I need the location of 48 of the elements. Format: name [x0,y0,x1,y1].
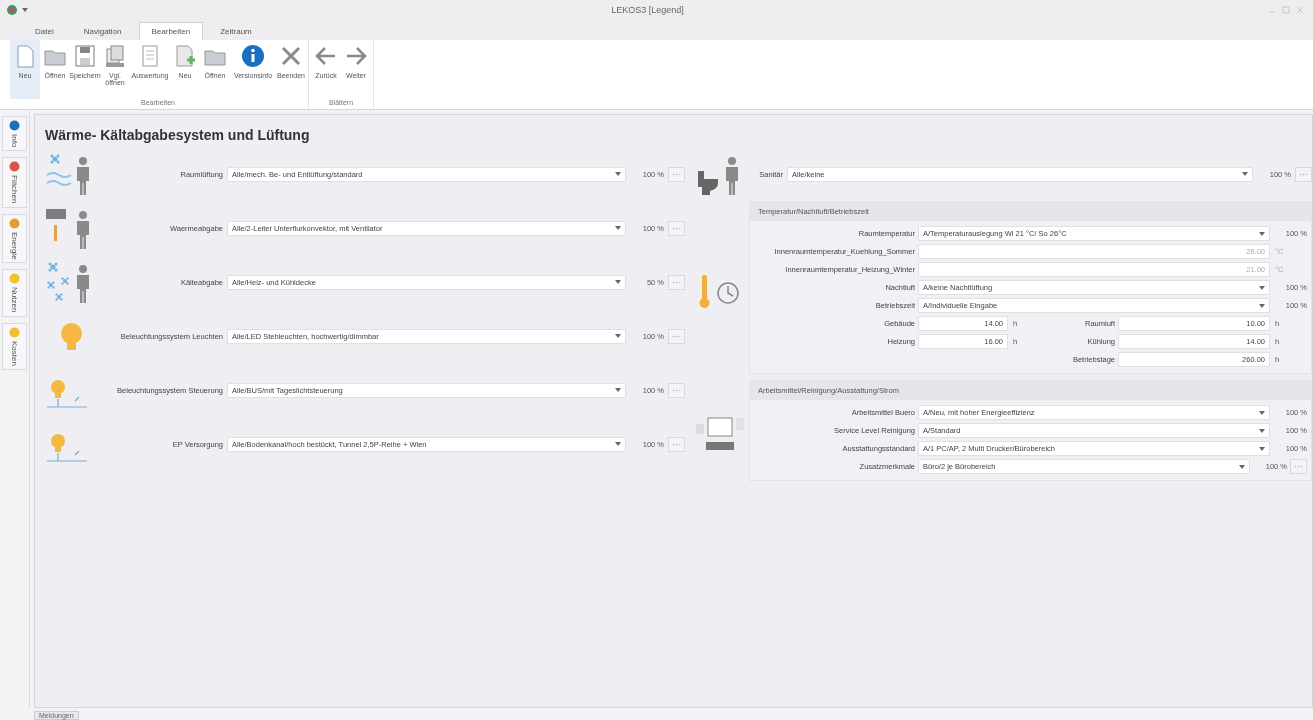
side-tab-label: Energie [10,231,19,260]
tab-icon [9,273,20,285]
caret-icon [1259,410,1265,415]
caret-icon [1242,172,1248,176]
info-icon [9,120,20,131]
caret-icon [1259,231,1265,236]
caret-icon [1259,428,1265,433]
caret-icon [22,8,28,12]
caret-icon [1259,285,1265,290]
tab-icon [9,161,20,173]
side-tab-label: Kosten [10,340,19,366]
side-tab[interactable]: Energie [2,213,27,264]
detail-button[interactable] [668,328,685,344]
side-tab-label: Flächen [10,175,19,204]
caret-icon [615,334,621,338]
detail-button[interactable] [668,274,685,290]
ribbon-tab[interactable]: Datei [22,22,67,40]
caret-icon [1239,464,1245,469]
app-icon[interactable] [6,4,18,16]
side-tab[interactable]: Nutzen [2,269,27,317]
window-title: LEKOS3 [Legend] [610,5,685,15]
caret-icon [1259,303,1265,308]
side-tab[interactable]: Info [2,116,27,152]
tab-icon [9,326,20,338]
detail-button[interactable] [668,382,685,398]
page-title: Wärme- Kältabgabesystem und Lüftung [45,127,311,143]
detail-button[interactable] [668,436,685,452]
ribbon-tab[interactable]: Navigation [70,22,135,40]
caret-icon [615,280,621,284]
ribbon-tab[interactable]: Zeitraum [207,22,265,40]
detail-button[interactable] [668,166,685,182]
side-tab[interactable]: Kosten [2,322,27,370]
save-icon [72,43,98,69]
detail-button[interactable] [1295,166,1312,182]
detail-button[interactable] [1290,459,1307,474]
caret-icon [615,388,621,392]
caret-icon [615,442,621,446]
side-tab-label: Nutzen [10,287,19,313]
detail-button[interactable] [668,220,685,236]
side-tab[interactable]: Flächen [2,157,27,208]
caret-icon [615,226,621,230]
info-icon [240,43,266,69]
ribbon-tab[interactable]: Bearbeiten [138,22,204,40]
side-tab-label: Info [10,134,19,148]
tab-icon [9,217,20,229]
caret-icon [615,172,621,176]
light-bulb-icon [60,322,82,350]
caret-icon [1259,446,1265,451]
